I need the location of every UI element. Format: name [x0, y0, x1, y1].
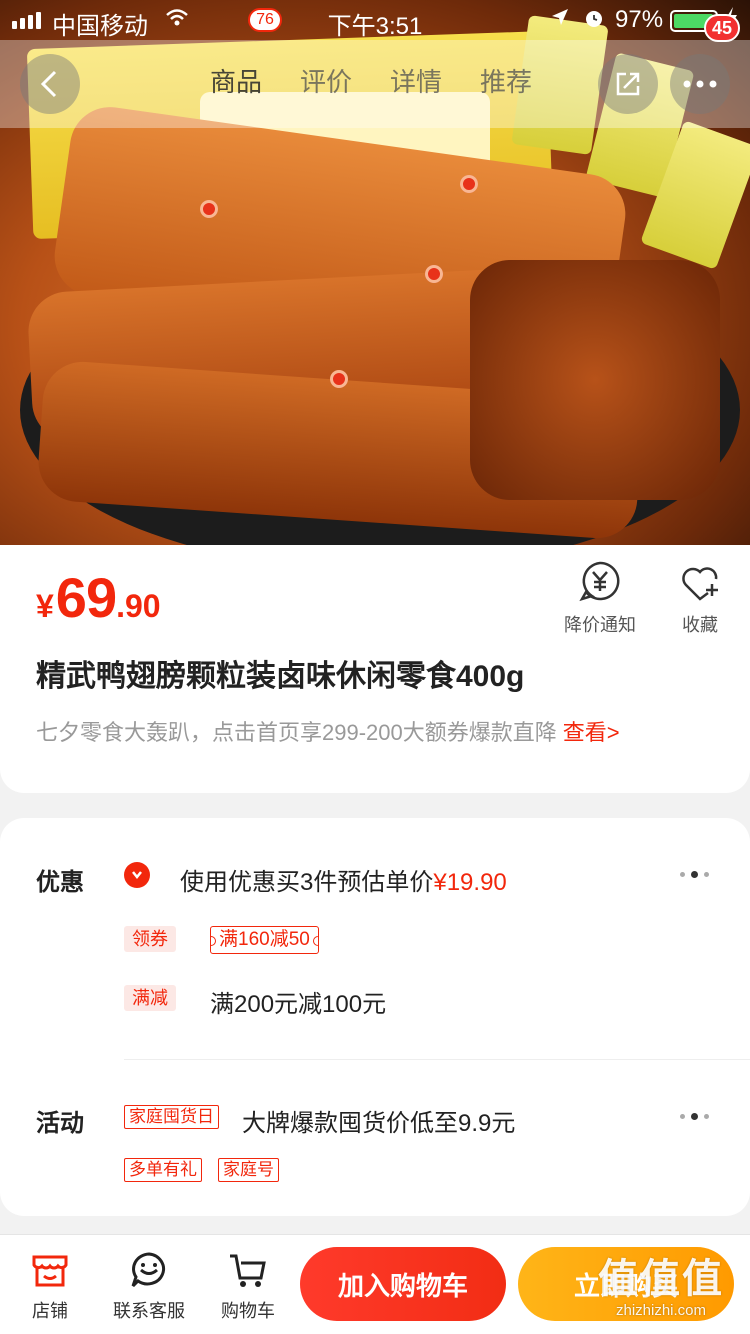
duck-wing-shape	[470, 260, 720, 500]
full-reduce-text[interactable]: 满200元减100元	[210, 984, 386, 1019]
pepper-shape	[460, 175, 478, 193]
nav-tabs: 商品 评价 详情 推荐	[210, 62, 532, 99]
back-icon	[40, 70, 57, 98]
activity-tag: 家庭囤货日	[124, 1105, 219, 1129]
activity-subtag[interactable]: 多单有礼	[124, 1158, 202, 1182]
back-button[interactable]	[20, 54, 80, 114]
activity-more-icon[interactable]	[680, 1113, 709, 1120]
tab-recommend[interactable]: 推荐	[480, 62, 532, 99]
activity-text[interactable]: 大牌爆款囤货价低至9.9元	[242, 1103, 515, 1138]
promo-banner[interactable]: 七夕零食大轰趴，点击首页享299-200大额券爆款直降 查看>	[36, 715, 620, 747]
discount-summary[interactable]: 使用优惠买3件预估单价¥19.90	[180, 862, 507, 897]
discount-summary-text: 使用优惠买3件预估单价	[180, 869, 434, 896]
promo-text: 七夕零食大轰趴，点击首页享299-200大额券爆款直降	[36, 720, 557, 745]
favorite-label: 收藏	[682, 615, 718, 635]
tab-details[interactable]: 详情	[390, 62, 442, 99]
chat-smile-icon	[131, 1252, 165, 1288]
discount-more-icon[interactable]	[680, 871, 709, 878]
status-bar: 中国移动 下午3:51 97%	[0, 0, 750, 40]
price-integer: 69	[55, 566, 117, 629]
more-icon	[683, 80, 717, 88]
section-divider	[124, 1059, 750, 1060]
more-button[interactable]	[670, 54, 730, 114]
pepper-shape	[200, 200, 218, 218]
service-label: 联系客服	[113, 1301, 185, 1321]
price-decimal: .90	[116, 588, 161, 624]
product-price: ¥ 69 .90	[36, 565, 161, 630]
customer-service-button[interactable]: 联系客服	[94, 1249, 204, 1323]
watermark-url: zhizhizhi.com	[615, 1302, 707, 1319]
coupon-tag: 领券	[124, 926, 176, 952]
product-title: 精武鸭翅膀颗粒装卤味休闲零食400g	[36, 660, 525, 693]
share-icon	[616, 72, 640, 96]
product-info-card: ¥ 69 .90 降价通知 收藏 精武鸭翅膀颗粒装卤味休闲零食400g 七夕零食…	[0, 545, 750, 793]
favorite-button[interactable]: 收藏	[655, 559, 745, 637]
price-currency: ¥	[36, 588, 54, 624]
share-button[interactable]	[598, 54, 658, 114]
activity-subtag[interactable]: 家庭号	[218, 1158, 279, 1182]
shop-button[interactable]: 店铺	[0, 1249, 105, 1323]
battery-percent: 97%	[615, 6, 664, 33]
discount-arrow-icon	[124, 862, 150, 888]
promo-view-link[interactable]: 查看>	[563, 720, 620, 745]
tab-reviews[interactable]: 评价	[300, 62, 352, 99]
top-nav-bar: 商品 评价 详情 推荐	[0, 40, 750, 128]
discount-label: 优惠	[36, 869, 84, 896]
add-to-cart-button[interactable]: 加入购物车	[300, 1247, 506, 1321]
tab-product[interactable]: 商品	[210, 62, 262, 99]
full-reduce-tag: 满减	[124, 985, 176, 1011]
alarm-icon	[583, 7, 605, 35]
shop-icon	[32, 1255, 68, 1287]
site-watermark: 值值值 zhizhizhi.com	[598, 1246, 724, 1319]
promotions-card: 优惠 使用优惠买3件预估单价¥19.90 领券 满160减50 满减 满200元…	[0, 818, 750, 1216]
activity-label: 活动	[36, 1110, 84, 1137]
watermark-logo-text: 值值值	[598, 1257, 724, 1301]
heart-plus-icon	[682, 567, 718, 601]
price-notify-button[interactable]: 降价通知	[555, 559, 645, 637]
price-drop-icon	[579, 561, 620, 602]
pepper-shape	[425, 265, 443, 283]
cart-icon	[230, 1254, 266, 1287]
pepper-shape	[330, 370, 348, 388]
cart-button[interactable]: 购物车	[193, 1249, 303, 1323]
discount-unit-price: ¥19.90	[433, 869, 507, 896]
price-notify-label: 降价通知	[564, 615, 636, 635]
cart-label: 购物车	[221, 1301, 275, 1321]
coupon-chip[interactable]: 满160减50	[210, 926, 319, 954]
location-icon	[550, 7, 570, 33]
shop-label: 店铺	[32, 1301, 68, 1321]
cart-count-badge: 76	[248, 8, 282, 32]
message-badge: 45	[704, 14, 741, 42]
